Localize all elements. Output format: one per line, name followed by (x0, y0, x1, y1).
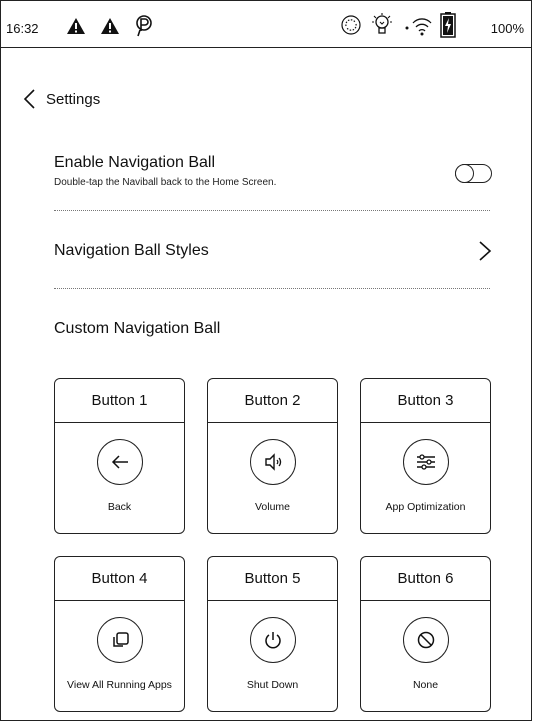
chevron-left-icon (23, 89, 35, 109)
bulb-icon (372, 13, 392, 42)
back-label: Settings (46, 90, 101, 108)
card-header: Button 1 (55, 379, 184, 423)
card-label: App Optimization (385, 501, 466, 513)
power-icon (250, 617, 296, 663)
button-card-3[interactable]: Button 3 App Optimization (360, 378, 491, 534)
warning-icon (66, 17, 86, 40)
card-label: None (412, 679, 439, 691)
toggle-knob (455, 164, 474, 183)
divider (54, 210, 490, 211)
button-card-2[interactable]: Button 2 Volume (207, 378, 338, 534)
card-header: Button 5 (208, 557, 337, 601)
status-bar: 16:32 100% (0, 0, 532, 48)
card-header: Button 6 (361, 557, 490, 601)
nav-ball-styles-row[interactable]: Navigation Ball Styles (54, 226, 494, 276)
volume-icon (250, 439, 296, 485)
arrow-left-icon (97, 439, 143, 485)
back-button[interactable]: Settings (22, 88, 100, 110)
card-label: Volume (254, 501, 291, 513)
custom-nav-ball-title: Custom Navigation Ball (54, 320, 221, 337)
sliders-icon (403, 439, 449, 485)
enable-nav-ball-toggle[interactable] (455, 164, 492, 183)
status-time: 16:32 (6, 21, 39, 36)
button-card-6[interactable]: Button 6 None (360, 556, 491, 712)
wifi-icon (404, 15, 434, 42)
card-label: Back (107, 501, 132, 513)
button-card-1[interactable]: Button 1 Back (54, 378, 185, 534)
button-card-4[interactable]: Button 4 View All Running Apps (54, 556, 185, 712)
recent-apps-icon (97, 617, 143, 663)
battery-charging-icon (440, 12, 456, 43)
nav-ball-styles-title: Navigation Ball Styles (54, 242, 209, 259)
button-card-5[interactable]: Button 5 Shut Down (207, 556, 338, 712)
battery-percent: 100% (490, 21, 524, 36)
card-label: View All Running Apps (67, 679, 172, 691)
warning-icon (100, 17, 120, 40)
enable-nav-ball-title: Enable Navigation Ball (54, 154, 215, 171)
enable-nav-ball-subtitle: Double-tap the Naviball back to the Home… (54, 177, 277, 188)
sync-icon (340, 14, 362, 41)
card-label: Shut Down (246, 679, 299, 691)
card-header: Button 2 (208, 379, 337, 423)
parking-icon (134, 15, 154, 42)
card-header: Button 3 (361, 379, 490, 423)
divider (54, 288, 490, 289)
card-header: Button 4 (55, 557, 184, 601)
chevron-right-icon (479, 241, 492, 261)
none-icon (403, 617, 449, 663)
